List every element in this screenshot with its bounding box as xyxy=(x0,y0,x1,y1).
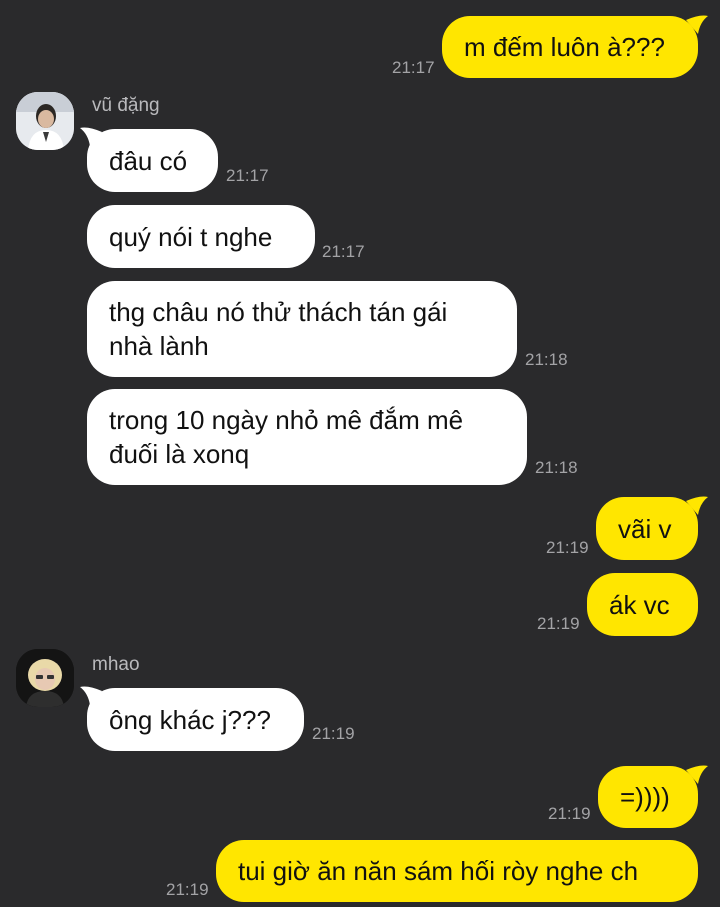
message-timestamp: 21:19 xyxy=(548,804,591,823)
avatar-mhao[interactable] xyxy=(16,649,74,707)
bubble-tail xyxy=(686,496,708,515)
message-timestamp: 21:19 xyxy=(166,880,209,899)
bubble-tail xyxy=(80,686,102,705)
message-bubble-incoming[interactable]: thg châu nó thử thách tán gái nhà lành xyxy=(87,281,517,377)
message-text: =)))) xyxy=(620,782,670,812)
message-bubble-outgoing[interactable]: vãi v xyxy=(596,497,698,560)
bubble-tail xyxy=(686,765,708,784)
message-timestamp: 21:19 xyxy=(312,724,355,743)
message-text: m đếm luôn à??? xyxy=(464,32,665,62)
message-timestamp: 21:17 xyxy=(392,58,435,77)
avatar-vu-dang[interactable] xyxy=(16,92,74,150)
message-timestamp: 21:19 xyxy=(546,538,589,557)
message-text: đâu có xyxy=(109,145,188,176)
message-bubble-outgoing[interactable]: ák vc xyxy=(587,573,698,636)
message-timestamp: 21:18 xyxy=(525,350,568,369)
message-bubble-outgoing[interactable]: =)))) xyxy=(598,766,698,828)
message-bubble-outgoing[interactable]: m đếm luôn à??? xyxy=(442,16,698,78)
bubble-tail xyxy=(80,127,102,146)
bubble-tail xyxy=(686,15,708,34)
message-text: thg châu nó thử thách tán gái nhà lành xyxy=(109,297,448,361)
message-text: tui giờ ăn năn sám hối ròy nghe ch xyxy=(238,856,639,886)
sender-name: mhao xyxy=(92,654,140,675)
message-bubble-incoming[interactable]: trong 10 ngày nhỏ mê đắm mê đuối là xonq xyxy=(87,389,527,485)
message-bubble-incoming[interactable]: quý nói t nghe xyxy=(87,205,315,268)
message-text: quý nói t nghe xyxy=(109,221,273,252)
message-text: trong 10 ngày nhỏ mê đắm mê đuối là xonq xyxy=(109,405,464,469)
message-text: ông khác j??? xyxy=(109,704,271,735)
avatar-photo-icon xyxy=(16,649,74,707)
message-timestamp: 21:17 xyxy=(322,242,365,261)
message-timestamp: 21:19 xyxy=(537,614,580,633)
sender-name: vũ đặng xyxy=(92,95,160,116)
message-bubble-incoming[interactable]: ông khác j??? xyxy=(87,688,304,751)
message-text: vãi v xyxy=(618,513,672,544)
message-text: ák vc xyxy=(609,589,670,620)
message-timestamp: 21:17 xyxy=(226,166,269,185)
message-bubble-incoming[interactable]: đâu có xyxy=(87,129,218,192)
message-timestamp: 21:18 xyxy=(535,458,578,477)
avatar-photo-icon xyxy=(16,92,74,150)
message-bubble-outgoing[interactable]: tui giờ ăn năn sám hối ròy nghe ch xyxy=(216,840,698,902)
